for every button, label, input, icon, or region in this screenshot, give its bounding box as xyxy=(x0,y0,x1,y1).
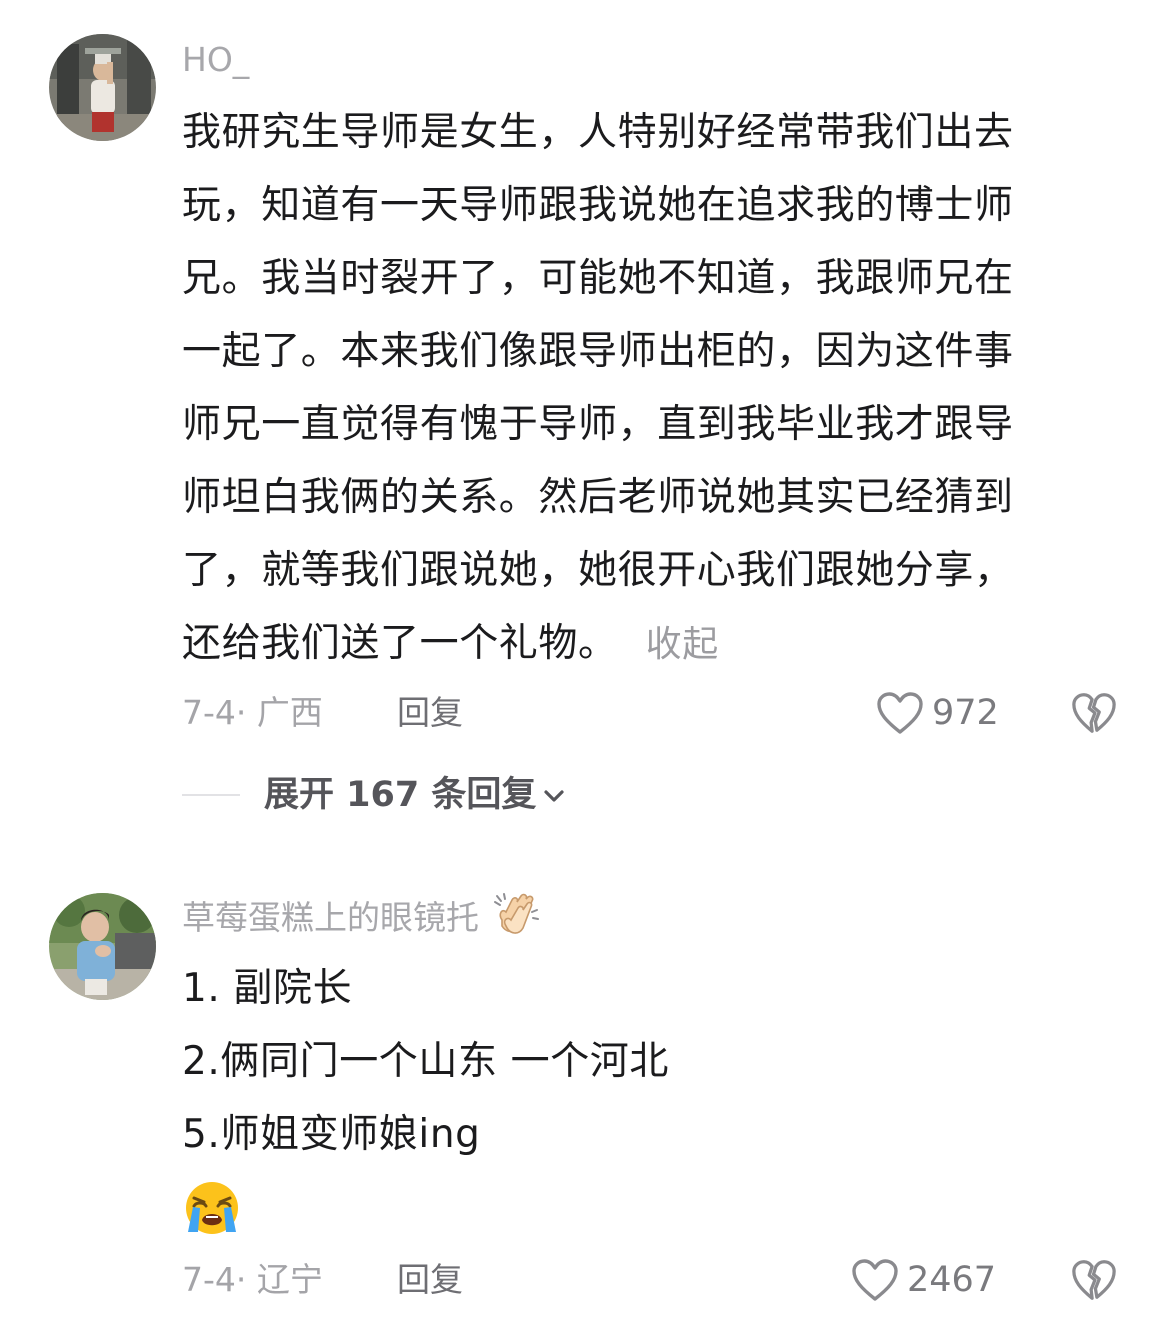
like-count: 972 xyxy=(932,693,999,733)
comment-line: 1. 副院长 xyxy=(182,966,353,1011)
clapping-hands-icon xyxy=(493,892,539,934)
comment-line: 5.师姐变师娘ing xyxy=(182,1112,481,1157)
username-text: 草莓蛋糕上的眼镜托 xyxy=(182,898,479,937)
avatar[interactable] xyxy=(49,893,156,1000)
heart-icon xyxy=(877,692,923,734)
comment-line: 兄。我当时裂开了，可能她不知道，我跟师兄在 xyxy=(182,256,1014,301)
collapse-link[interactable]: 收起 xyxy=(646,624,719,665)
like-button[interactable]: 2467 xyxy=(851,1255,996,1305)
comment-meta: 7-4· 广西 回复 972 xyxy=(182,688,1132,738)
comment-line: 还给我们送了一个礼物。 xyxy=(182,621,618,666)
broken-heart-icon[interactable] xyxy=(1071,690,1117,736)
comment-body: 1. 副院长 2.俩同门一个山东 一个河北 5.师姐变师娘ing xyxy=(182,952,1117,1244)
divider-line xyxy=(182,794,240,796)
comment-emoji-line xyxy=(182,1171,1117,1244)
loudly-crying-face-icon xyxy=(186,1181,238,1234)
username[interactable]: 草莓蛋糕上的眼镜托 xyxy=(182,892,540,938)
comment-line: 师兄一直觉得有愧于导师，直到我毕业我才跟导 xyxy=(182,402,1014,447)
user-avatar-gym-photo-icon xyxy=(49,34,156,141)
heart-icon xyxy=(852,1259,898,1301)
username[interactable]: HO_ xyxy=(182,40,249,80)
date-location: 7-4· 辽宁 xyxy=(182,1260,323,1299)
comment-line: 了，就等我们跟说她，她很开心我们跟她分享， xyxy=(182,548,1014,593)
comment-line: 我研究生导师是女生，人特别好经常带我们出去 xyxy=(182,110,1014,155)
user-avatar-outdoor-photo-icon xyxy=(49,893,156,1000)
like-count: 2467 xyxy=(907,1260,997,1300)
comment-line: 师坦白我俩的关系。然后老师说她其实已经猜到 xyxy=(182,475,1014,520)
chevron-down-icon[interactable] xyxy=(540,782,568,810)
comment-line-last: 还给我们送了一个礼物。 收起 xyxy=(182,607,1117,681)
date-location: 7-4· 广西 xyxy=(182,693,323,732)
comment-item: 草莓蛋糕上的眼镜托 1. 副院长 2.俩同门一个山东 一个河北 5.师姐变师娘i… xyxy=(0,880,1170,1324)
comment-meta: 7-4· 辽宁 回复 2467 xyxy=(182,1255,1132,1305)
comment-body: 我研究生导师是女生，人特别好经常带我们出去 玩，知道有一天导师跟我说她在追求我的… xyxy=(182,96,1117,681)
comment-line: 2.俩同门一个山东 一个河北 xyxy=(182,1039,670,1084)
like-button[interactable]: 972 xyxy=(876,688,999,738)
comment-item: HO_ 我研究生导师是女生，人特别好经常带我们出去 玩，知道有一天导师跟我说她在… xyxy=(0,0,1170,830)
expand-replies-row[interactable]: 展开 167 条回复 xyxy=(182,770,782,820)
comment-line: 一起了。本来我们像跟导师出柜的，因为这件事 xyxy=(182,329,1014,374)
reply-button[interactable]: 回复 xyxy=(397,688,463,738)
avatar[interactable] xyxy=(49,34,156,141)
expand-replies-label[interactable]: 展开 167 条回复 xyxy=(264,770,536,820)
reply-button[interactable]: 回复 xyxy=(397,1255,463,1305)
broken-heart-icon[interactable] xyxy=(1071,1257,1117,1303)
comment-line: 玩，知道有一天导师跟我说她在追求我的博士师 xyxy=(182,183,1014,228)
